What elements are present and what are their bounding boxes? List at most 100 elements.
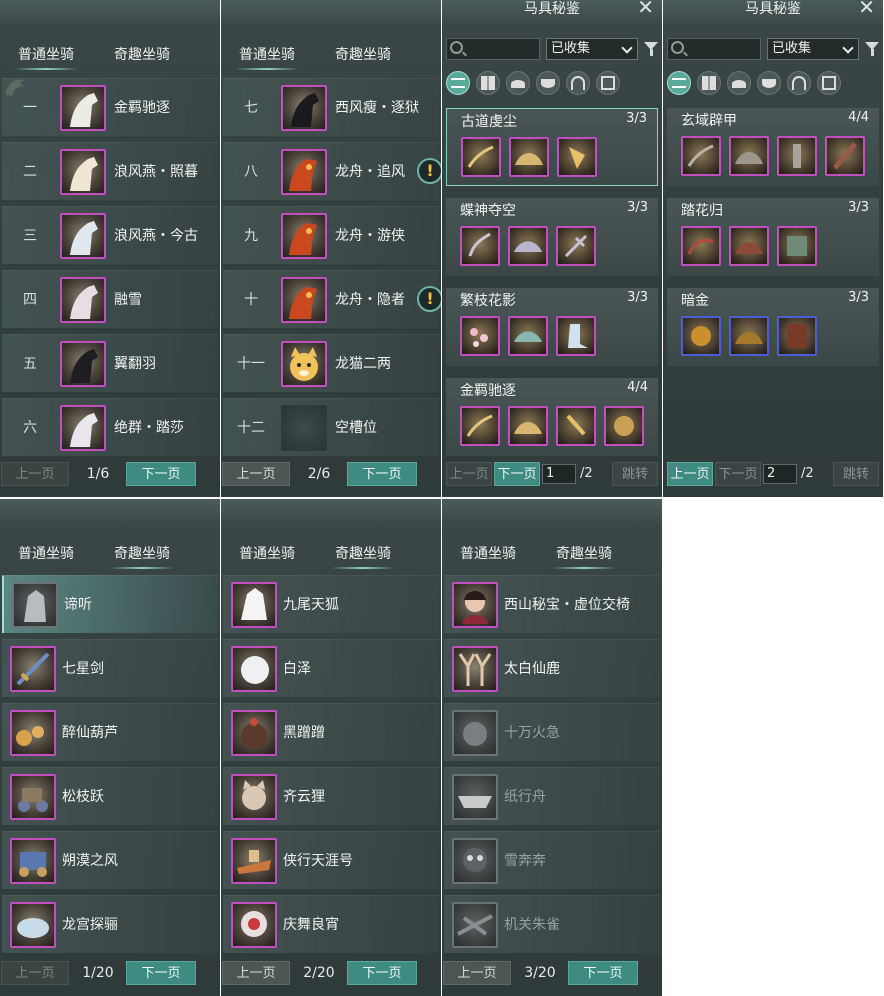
tack-item[interactable] xyxy=(604,406,644,446)
tack-item[interactable] xyxy=(556,316,596,356)
page-input[interactable]: 2 xyxy=(763,464,797,484)
tack-item[interactable] xyxy=(777,226,817,266)
tab-fun-mounts[interactable]: 奇趣坐骑 xyxy=(552,543,616,569)
tack-item[interactable] xyxy=(556,226,596,266)
mount-row[interactable]: 一 金羁驰逐 xyxy=(2,78,218,136)
tack-item[interactable] xyxy=(681,136,721,176)
grid-icon[interactable] xyxy=(697,71,721,95)
tab-fun-mounts[interactable]: 奇趣坐骑 xyxy=(110,543,174,569)
prev-page-button[interactable]: 上一页 xyxy=(222,961,290,985)
horseshoe-icon[interactable] xyxy=(787,71,811,95)
next-page-button[interactable]: 下一页 xyxy=(126,462,196,486)
mount-row[interactable]: 九 龙舟・游侠 xyxy=(223,206,439,264)
mount-row[interactable]: 六 绝群・踏莎 xyxy=(2,398,218,456)
next-page-button[interactable]: 下一页 xyxy=(347,961,417,985)
jump-button[interactable]: 跳转 xyxy=(833,462,879,486)
tab-fun-mounts[interactable]: 奇趣坐骑 xyxy=(335,44,391,64)
mount-row[interactable]: 七星剑 xyxy=(2,639,218,697)
tack-item[interactable] xyxy=(509,137,549,177)
tack-item[interactable] xyxy=(777,136,817,176)
saddle-icon[interactable] xyxy=(727,71,751,95)
collected-filter-select[interactable]: 已收集 xyxy=(767,38,859,60)
tab-fun-mounts[interactable]: 奇趣坐骑 xyxy=(114,44,170,64)
page-input[interactable]: 1 xyxy=(542,464,576,484)
tack-item[interactable] xyxy=(681,316,721,356)
mount-row[interactable]: 雪奔奔 xyxy=(444,831,660,889)
prev-page-button[interactable]: 上一页 xyxy=(667,462,713,486)
tack-item[interactable] xyxy=(508,226,548,266)
tab-normal-mounts[interactable]: 普通坐骑 xyxy=(460,543,516,563)
list-icon[interactable] xyxy=(667,71,691,95)
next-page-button[interactable]: 下一页 xyxy=(126,961,196,985)
mount-row[interactable]: 庆舞良宵 xyxy=(223,895,439,953)
list-icon[interactable] xyxy=(446,71,470,95)
mount-row[interactable]: 黑蹭蹭 xyxy=(223,703,439,761)
tack-set-card[interactable]: 古道虔尘 3/3 xyxy=(446,108,658,186)
mount-row[interactable]: 十 龙舟・隐者 xyxy=(223,270,439,328)
tack-set-card[interactable]: 踏花归 3/3 xyxy=(667,198,879,276)
prev-page-button[interactable]: 上一页 xyxy=(1,961,69,985)
tack-set-card[interactable]: 玄域辟甲 4/4 xyxy=(667,108,879,186)
tack-item[interactable] xyxy=(508,316,548,356)
mount-row[interactable]: 八 龙舟・追风 xyxy=(223,142,439,200)
tack-item[interactable] xyxy=(777,316,817,356)
mount-row[interactable]: 九尾天狐 xyxy=(223,575,439,633)
prev-page-button[interactable]: 上一页 xyxy=(446,462,492,486)
mount-row[interactable]: 谛听 xyxy=(2,575,218,633)
saddle-icon[interactable] xyxy=(506,71,530,95)
mount-row[interactable]: 齐云狸 xyxy=(223,767,439,825)
armor-icon[interactable] xyxy=(757,71,781,95)
mount-row[interactable]: 十一 龙猫二两 xyxy=(223,334,439,392)
mount-row[interactable]: 五 翼翻羽 xyxy=(2,334,218,392)
mount-row[interactable]: 十万火急 xyxy=(444,703,660,761)
tack-item[interactable] xyxy=(556,406,596,446)
book-icon[interactable] xyxy=(596,71,620,95)
search-input[interactable] xyxy=(688,41,758,57)
search-box[interactable] xyxy=(446,38,540,60)
collected-filter-select[interactable]: 已收集 xyxy=(546,38,638,60)
mount-row[interactable]: 白泽 xyxy=(223,639,439,697)
tack-set-card[interactable]: 暗金 3/3 xyxy=(667,288,879,366)
tack-item[interactable] xyxy=(729,226,769,266)
grid-icon[interactable] xyxy=(476,71,500,95)
next-page-button[interactable]: 下一页 xyxy=(568,961,638,985)
warning-icon[interactable]: ! xyxy=(417,158,441,184)
mount-row[interactable]: 机关朱雀 xyxy=(444,895,660,953)
prev-page-button[interactable]: 上一页 xyxy=(1,462,69,486)
tab-normal-mounts[interactable]: 普通坐骑 xyxy=(239,543,295,563)
tack-set-card[interactable]: 蝶神夺空 3/3 xyxy=(446,198,658,276)
mount-row[interactable]: 松枝跃 xyxy=(2,767,218,825)
mount-row[interactable]: 西山秘宝・虚位交椅 xyxy=(444,575,660,633)
mount-row[interactable]: 朔漠之风 xyxy=(2,831,218,889)
tab-normal-mounts[interactable]: 普通坐骑 xyxy=(235,44,299,70)
mount-row[interactable]: 龙宫探骊 xyxy=(2,895,218,953)
tack-set-card[interactable]: 繁枝花影 3/3 xyxy=(446,288,658,366)
tack-item[interactable] xyxy=(508,406,548,446)
tack-item[interactable] xyxy=(729,316,769,356)
mount-row[interactable]: 太白仙鹿 xyxy=(444,639,660,697)
mount-row[interactable]: 七 西风瘦・逐狱 xyxy=(223,78,439,136)
tack-item[interactable] xyxy=(460,226,500,266)
book-icon[interactable] xyxy=(817,71,841,95)
tab-normal-mounts[interactable]: 普通坐骑 xyxy=(14,44,78,70)
tack-set-card[interactable]: 金羁驰逐 4/4 xyxy=(446,378,658,456)
search-box[interactable] xyxy=(667,38,761,60)
mount-row[interactable]: 三 浪风燕・今古 xyxy=(2,206,218,264)
warning-icon[interactable]: ! xyxy=(417,286,441,312)
tack-item[interactable] xyxy=(460,406,500,446)
mount-row[interactable]: 四 融雪 xyxy=(2,270,218,328)
jump-button[interactable]: 跳转 xyxy=(612,462,658,486)
mount-row[interactable]: 侠行天涯号 xyxy=(223,831,439,889)
search-input[interactable] xyxy=(467,41,537,57)
tack-item[interactable] xyxy=(681,226,721,266)
mount-row[interactable]: 十二 空槽位 xyxy=(223,398,439,456)
close-icon[interactable]: ✕ xyxy=(637,0,654,18)
next-page-button[interactable]: 下一页 xyxy=(347,462,417,486)
next-page-button[interactable]: 下一页 xyxy=(494,462,540,486)
filter-funnel-icon[interactable] xyxy=(644,42,658,56)
tack-item[interactable] xyxy=(461,137,501,177)
next-page-button[interactable]: 下一页 xyxy=(715,462,761,486)
filter-funnel-icon[interactable] xyxy=(865,42,879,56)
armor-icon[interactable] xyxy=(536,71,560,95)
tab-normal-mounts[interactable]: 普通坐骑 xyxy=(18,543,74,563)
